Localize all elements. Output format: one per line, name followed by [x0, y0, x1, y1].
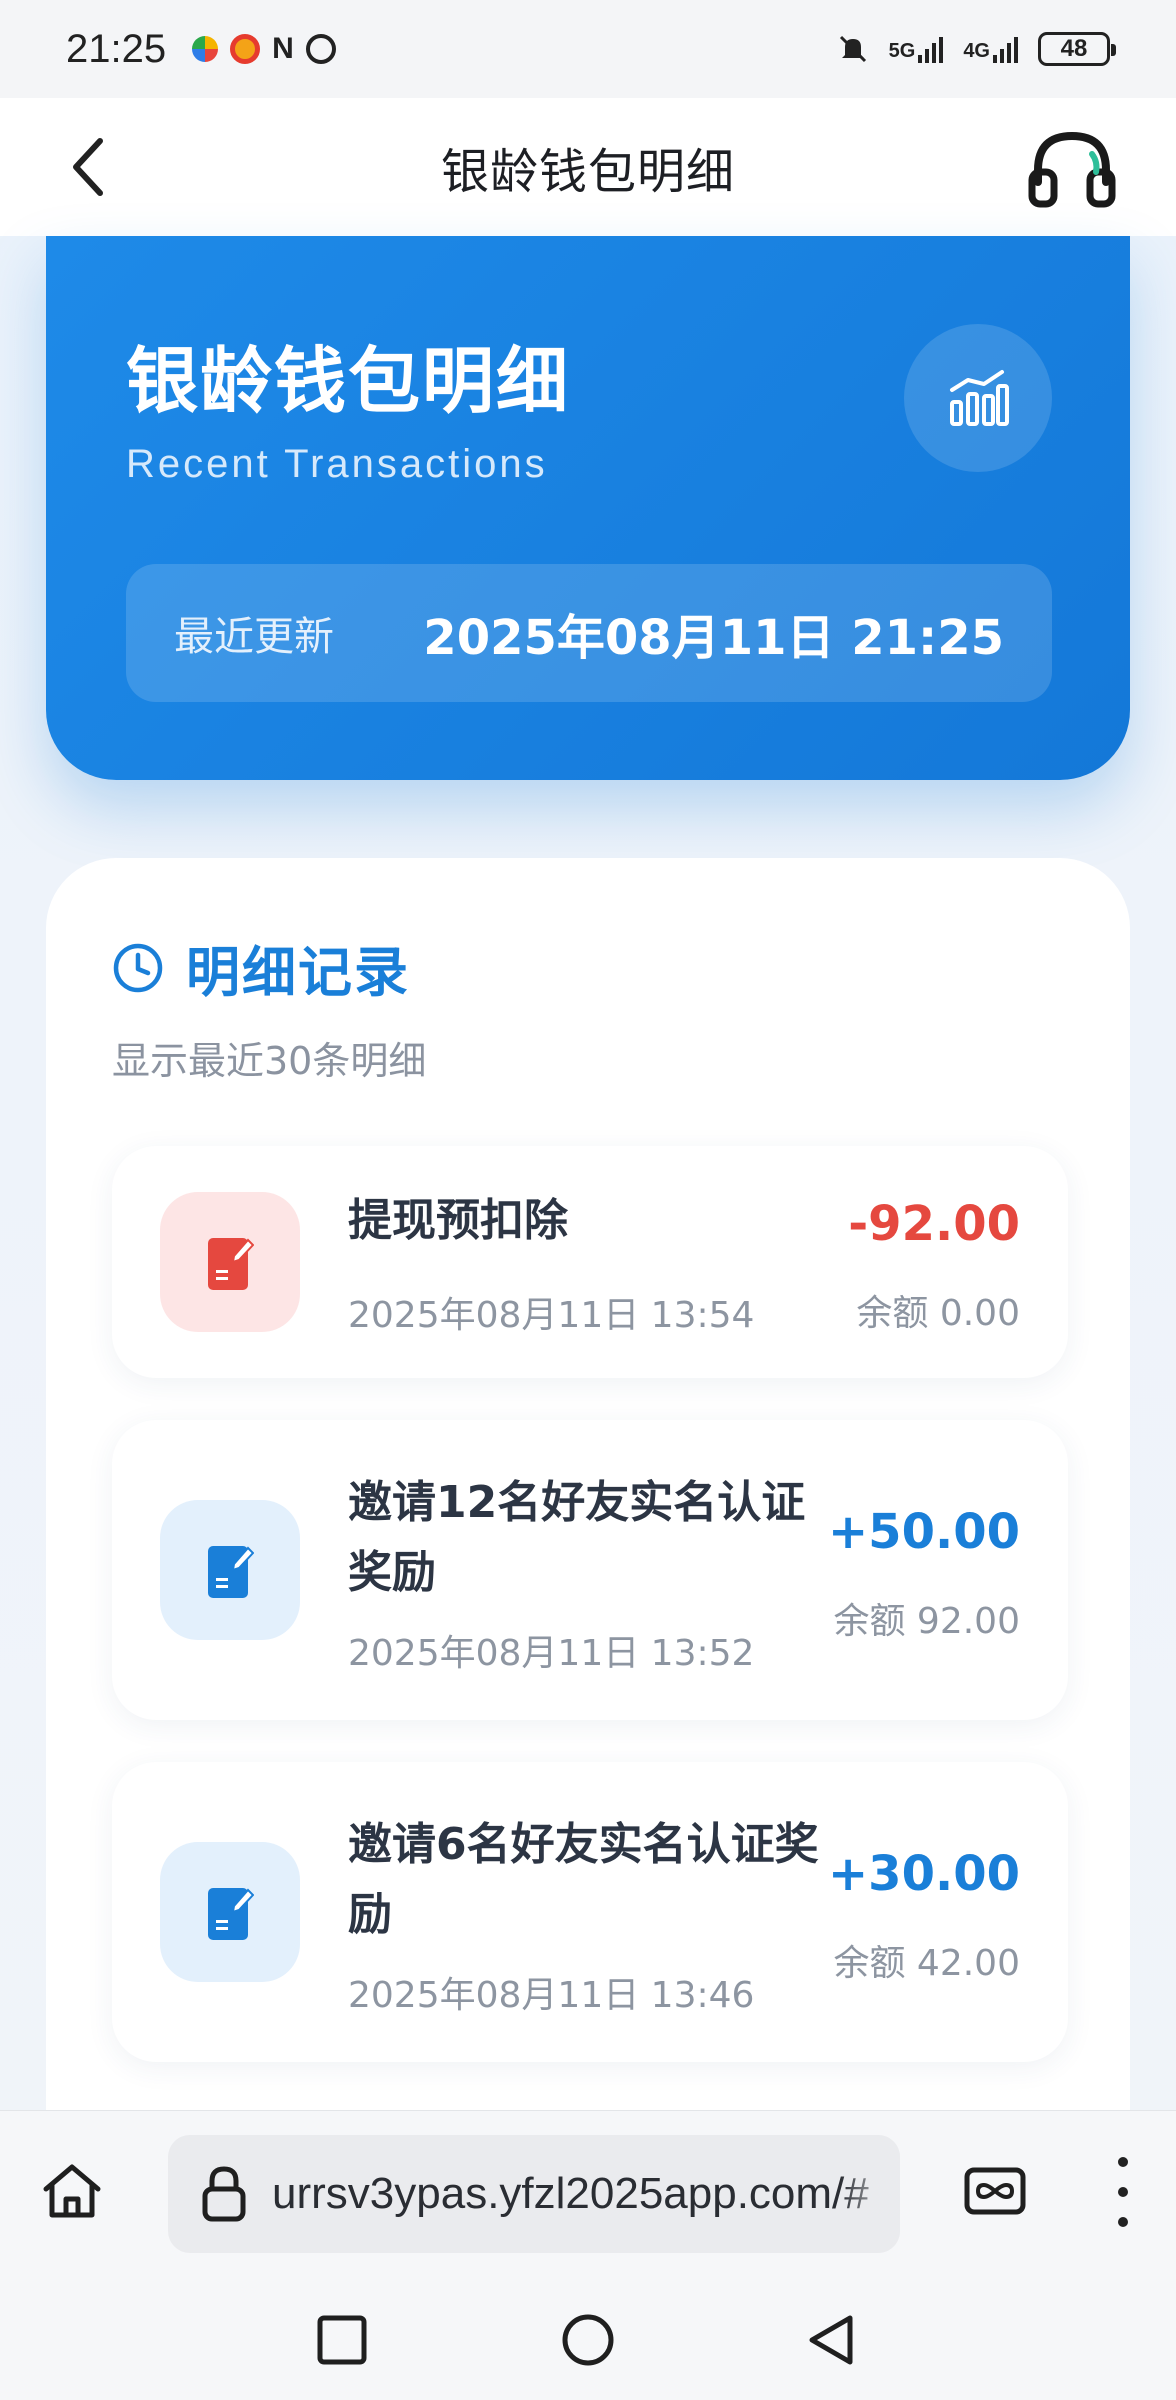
hero-title: 银龄钱包明细	[126, 339, 571, 423]
alarm-icon	[305, 34, 336, 64]
note-edit-icon	[208, 1238, 254, 1290]
transaction-time: 2025年08月11日 13:46	[348, 1975, 755, 2016]
status-time: 21:25	[66, 26, 167, 71]
statistics-button[interactable]	[904, 324, 1052, 472]
transaction-time: 2025年08月11日 13:54	[348, 1295, 755, 1336]
notification-icons: N	[192, 32, 336, 66]
more-menu-button[interactable]	[1108, 2157, 1138, 2227]
clock-icon	[113, 943, 163, 992]
transaction-item[interactable]: 邀请12名好友实名认证奖励 2025年08月11日 13:52 +50.00 余…	[112, 1420, 1068, 1720]
customer-support-button[interactable]	[1028, 126, 1116, 210]
mute-icon	[839, 35, 866, 63]
note-edit-icon	[208, 1546, 254, 1598]
transaction-title: 邀请6名好友实名认证奖励	[348, 1819, 819, 1940]
recent-apps-button[interactable]	[312, 2310, 372, 2370]
transaction-amount: -92.00	[848, 1196, 1020, 1252]
last-update-value: 2025年08月11日 21:25	[423, 610, 1004, 666]
records-header: 明细记录	[112, 928, 410, 1007]
status-bar: 21:25 N 5G 4G 48	[0, 0, 1176, 98]
transaction-balance: 余额 0.00	[856, 1293, 1020, 1334]
network-1-label: 5G	[888, 40, 916, 62]
bar-chart-icon	[950, 370, 1009, 426]
records-title: 明细记录	[186, 941, 410, 1004]
transaction-time: 2025年08月11日 13:52	[348, 1633, 755, 1674]
signal-bars-icon	[993, 35, 1018, 63]
circle-icon	[562, 2314, 614, 2366]
system-navigation-bar	[0, 2286, 1176, 2400]
signal-4g: 4G	[963, 35, 1018, 63]
chevron-left-icon	[73, 138, 103, 196]
page-title: 银龄钱包明细	[440, 144, 735, 200]
records-panel: 明细记录 显示最近30条明细 提现预扣除 2025年08月11日 13:54 -…	[46, 858, 1130, 2118]
note-edit-icon	[208, 1888, 254, 1940]
status-left: 21:25 N	[66, 27, 336, 72]
status-right: 5G 4G 48	[837, 32, 1116, 66]
signal-bars-icon	[918, 35, 944, 63]
last-update-box: 最近更新 2025年08月11日 21:25	[126, 564, 1052, 702]
last-update-label: 最近更新	[174, 614, 334, 660]
home-icon	[43, 2164, 101, 2218]
transaction-amount: +50.00	[827, 1504, 1020, 1560]
tabs-icon	[964, 2167, 1026, 2215]
back-system-button[interactable]	[802, 2310, 862, 2370]
headset-icon	[1028, 131, 1116, 208]
signal-5g: 5G	[889, 35, 944, 63]
app-notification-icon	[192, 36, 219, 62]
records-subtitle: 显示最近30条明细	[112, 1039, 427, 1083]
home-system-button[interactable]	[558, 2310, 618, 2370]
network-2-label: 4G	[963, 40, 990, 62]
transaction-title: 邀请12名好友实名认证奖励	[348, 1477, 806, 1598]
triangle-back-icon	[809, 2315, 853, 2365]
weibo-icon	[230, 34, 261, 64]
transaction-title: 提现预扣除	[348, 1195, 568, 1246]
square-icon	[317, 2315, 367, 2365]
hero-subtitle: Recent Transactions	[126, 442, 548, 486]
url-text: urrsv3ypas.yfzl2025app.com/#	[272, 2169, 869, 2218]
transaction-balance: 余额 42.00	[833, 1943, 1020, 1984]
battery-icon: 48	[1038, 32, 1116, 66]
tabs-button[interactable]	[964, 2167, 1026, 2215]
home-button[interactable]	[40, 2159, 104, 2223]
record-icon-box	[160, 1500, 300, 1640]
address-bar[interactable]: urrsv3ypas.yfzl2025app.com/#	[168, 2135, 900, 2253]
transaction-amount: +30.00	[827, 1846, 1020, 1902]
record-icon-box	[160, 1192, 300, 1332]
back-button[interactable]	[58, 134, 118, 200]
lock-icon	[202, 2166, 246, 2222]
browser-toolbar: urrsv3ypas.yfzl2025app.com/#	[0, 2110, 1176, 2286]
record-icon-box	[160, 1842, 300, 1982]
transaction-balance: 余额 92.00	[833, 1601, 1020, 1642]
url-fade	[840, 2135, 900, 2253]
wallet-summary-card: 银龄钱包明细 Recent Transactions 最近更新 2025年08月…	[46, 236, 1130, 780]
more-vertical-icon	[1118, 2157, 1128, 2167]
transaction-item[interactable]: 邀请6名好友实名认证奖励 2025年08月11日 13:46 +30.00 余额…	[112, 1762, 1068, 2062]
nav-bar: 银龄钱包明细	[0, 98, 1176, 236]
nfc-icon: N	[272, 32, 294, 65]
transaction-item[interactable]: 提现预扣除 2025年08月11日 13:54 -92.00 余额 0.00	[112, 1146, 1068, 1378]
